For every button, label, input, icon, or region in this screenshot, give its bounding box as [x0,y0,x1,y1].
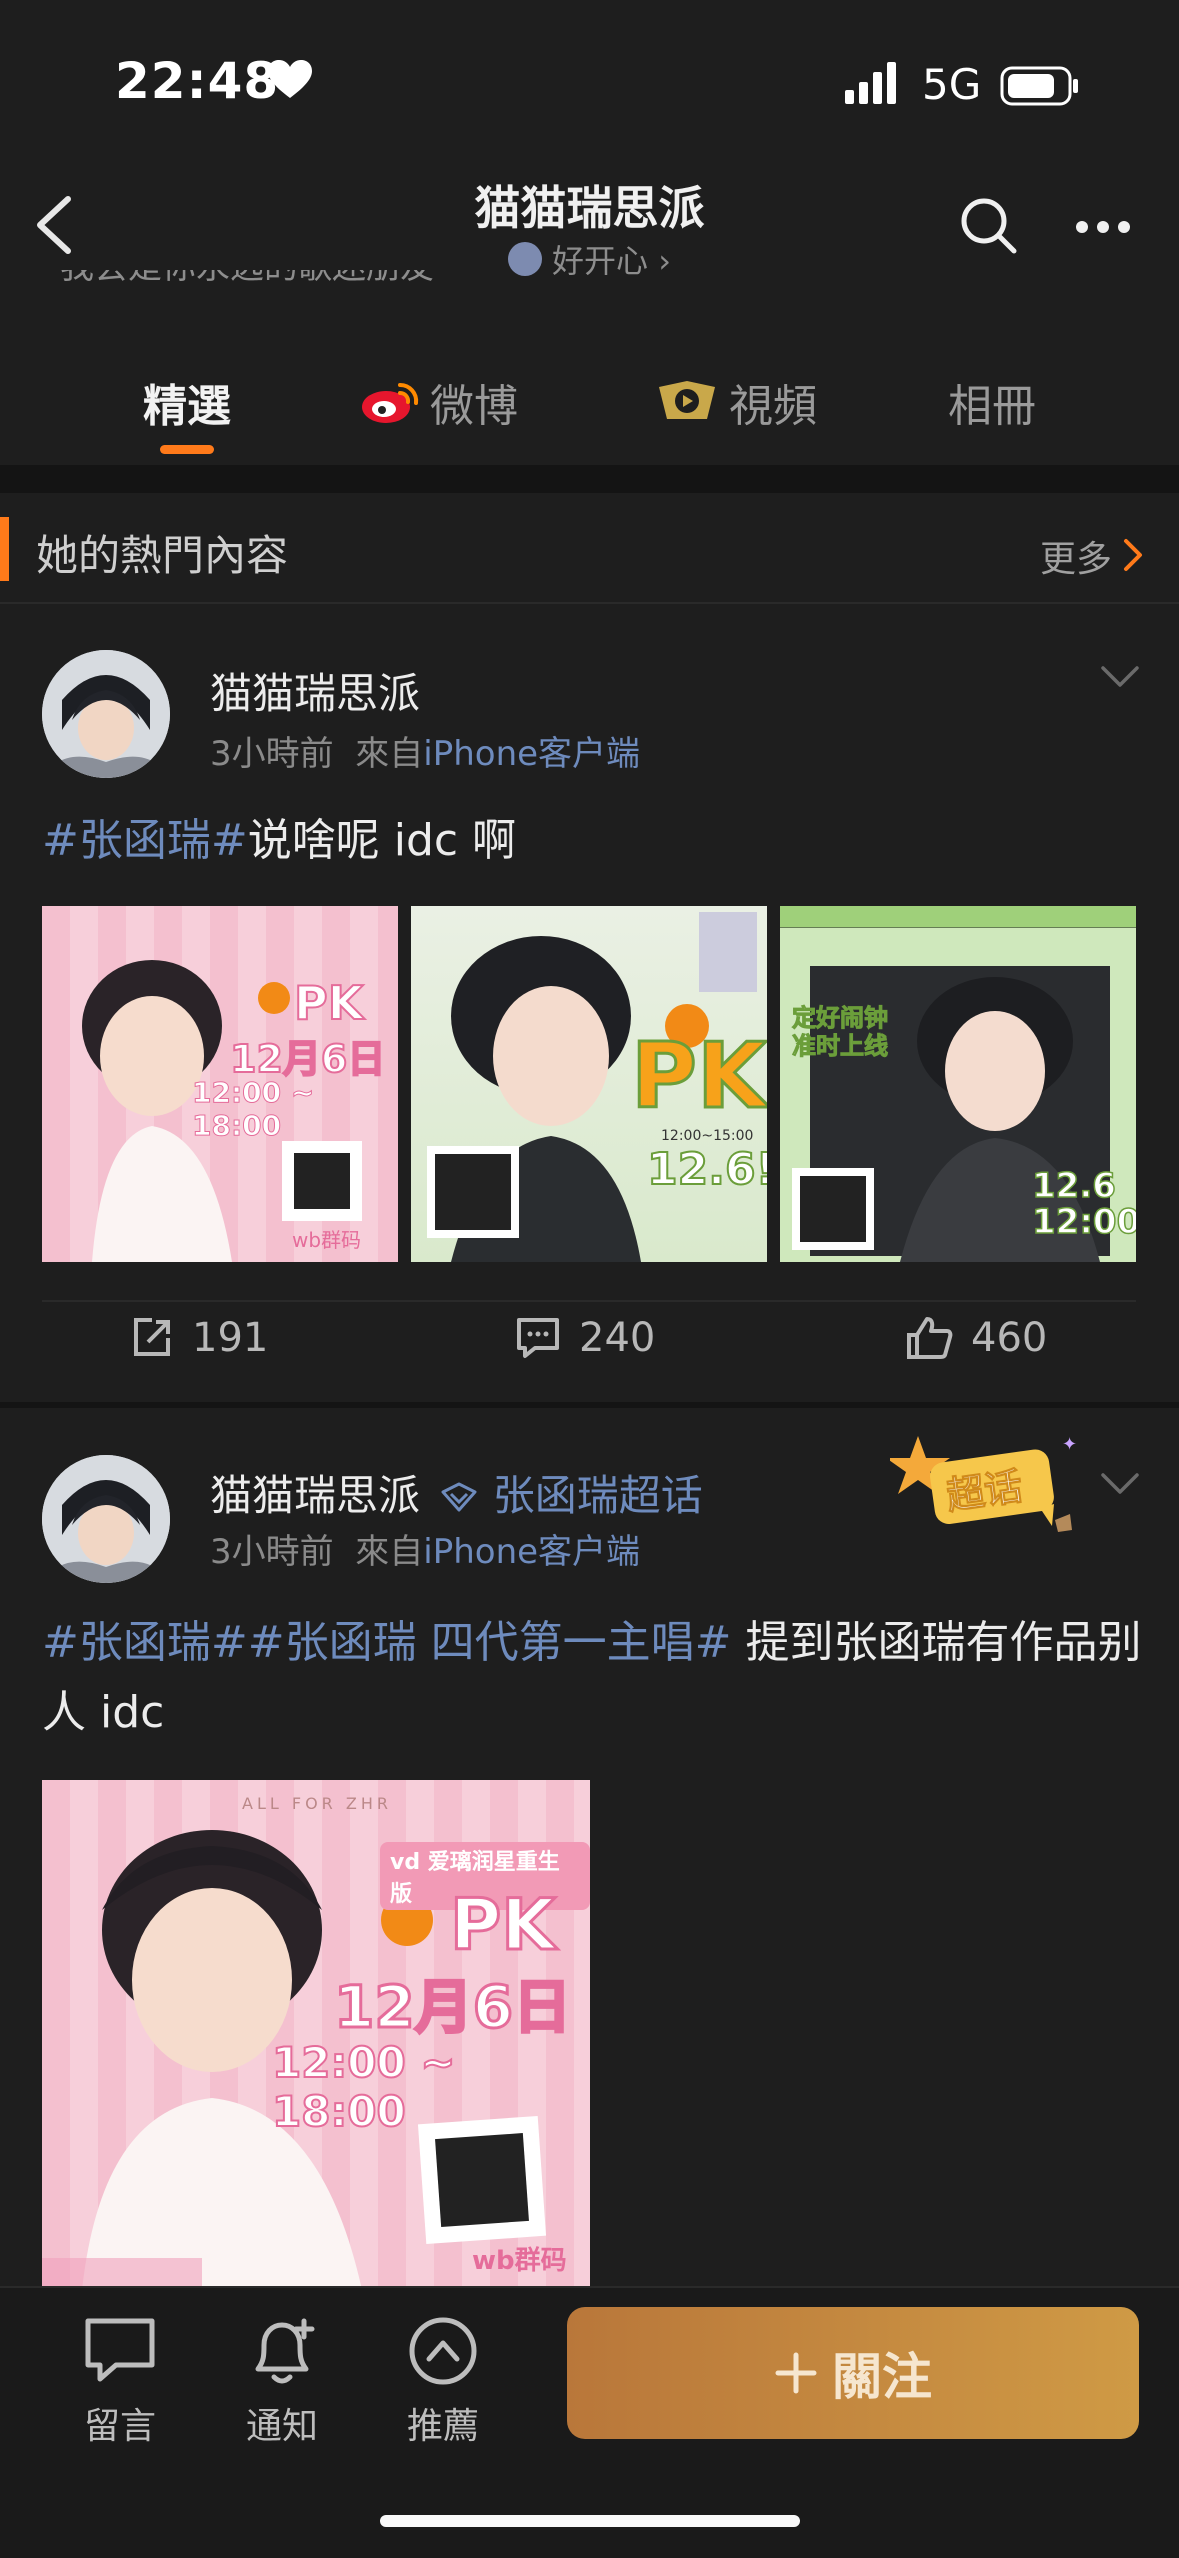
post-image[interactable]: PK 12月6日 12:00 ~ 18:00 wb群码 [42,906,398,1262]
image-date: 12月6日 [229,1036,386,1082]
tab-indicator [160,445,214,454]
post-author[interactable]: 猫猫瑞思派 [210,660,420,721]
avatar[interactable] [42,650,170,778]
network-label: 5G [922,60,982,109]
tab-video[interactable]: 視頻 [655,370,817,434]
home-indicator [380,2515,800,2527]
image-topline: ALL FOR ZHR [242,1794,392,1813]
plus-icon [775,2352,817,2394]
post-client: iPhone客户端 [423,1532,641,1572]
comment-icon [517,1318,559,1358]
recommend-tab[interactable]: 推薦 [378,2315,508,2449]
image-pk: PK [630,1023,767,1131]
post-text: #张函瑞##张函瑞 四代第一主唱# 提到张函瑞有作品别人 idc [42,1617,1142,1738]
image-time: 12:00~15:00 [661,1128,754,1144]
avatar[interactable] [42,1455,170,1583]
hashtag-link[interactable]: #张函瑞##张函瑞 四代第一主唱# [42,1617,731,1668]
divider [42,1300,1136,1302]
follow-button[interactable]: 關注 [567,2307,1139,2439]
svg-text:✦: ✦ [1062,1434,1077,1455]
image-time: 12:00 ~ 18:00 [271,2037,457,2137]
more-link[interactable]: 更多 [1040,530,1112,582]
post-separator [0,1402,1179,1408]
image-footer: wb群码 [472,2246,567,2276]
post-author-name[interactable]: 猫猫瑞思派 [210,1471,420,1520]
section-accent-bar [0,517,9,581]
recommend-icon [409,2317,477,2385]
heart-icon [268,60,312,98]
section-title: 她的熱門內容 [36,531,289,580]
search-icon[interactable] [958,195,1018,255]
image-footer: wb群码 [292,1228,362,1252]
smile-icon [508,242,542,276]
tab-bar: 精選 微博 視頻 相冊 [0,340,1179,460]
comment-button[interactable]: 240 [515,1315,655,1361]
image-date: 12.6 12:00 [1031,1166,1136,1242]
repost-icon [134,1318,170,1356]
section-divider [0,465,1179,493]
thumb-up-icon [907,1317,953,1359]
divider [0,602,1179,604]
image-date: 12月6日 [332,1972,572,2043]
subtitle-text: 好开心 [552,242,649,280]
badge-label: 超话 [943,1463,1026,1519]
video-icon [659,381,715,419]
post-author: 猫猫瑞思派 张函瑞超话 [210,1462,703,1523]
image-pk: PK [293,975,364,1031]
chevron-down-icon[interactable] [1100,1472,1140,1496]
image-time: 12:00 ~ 18:00 [192,1076,315,1143]
like-button[interactable]: 460 [905,1315,1047,1361]
post-text: #张函瑞#说啥呢 idc 啊 [42,815,517,866]
post-meta: 3小時前 來自iPhone客户端 [210,1532,641,1572]
chevron-down-icon[interactable] [1100,665,1140,689]
status-time: 22:48 [115,52,280,110]
supertopic-badge[interactable]: ✦ 超话 [890,1430,1090,1540]
clipped-bio: 我会是你永远的歌迷朋友 [60,270,434,300]
comment-icon [85,2318,155,2382]
bell-icon [255,2318,315,2384]
tab-weibo[interactable]: 微博 [360,370,518,434]
weibo-icon [362,382,419,423]
tab-featured[interactable]: 精選 [143,370,231,434]
post-meta: 3小時前 來自iPhone客户端 [210,734,641,774]
image-pk: PK [449,1883,558,1968]
image-date: 12.6! [646,1143,767,1196]
notify-tab[interactable]: 通知 [217,2315,347,2449]
post-image[interactable]: ALL FOR ZHR vd 爱璃润星重生版 PK 12月6日 12:00 ~ … [42,1780,590,2290]
battery-icon [1000,66,1078,106]
supertopic-link[interactable]: 张函瑞超话 [493,1471,703,1520]
hashtag-link[interactable]: #张函瑞# [42,815,248,866]
supertopic-icon [441,1482,477,1512]
chevron-right-icon[interactable] [1122,538,1144,572]
image-caption: 定好闹钟 准时上线 [792,1004,889,1061]
post-image[interactable]: PK 12.6! 12:00~15:00 [411,906,767,1262]
repost-button[interactable]: 191 [130,1315,268,1361]
comment-tab[interactable]: 留言 [55,2315,185,2449]
tab-album[interactable]: 相冊 [948,370,1036,434]
post-client: iPhone客户端 [423,734,641,774]
more-icon[interactable] [1075,220,1131,234]
post-image[interactable]: 定好闹钟 准时上线 12.6 12:00 [780,906,1136,1262]
signal-icon [845,62,896,104]
